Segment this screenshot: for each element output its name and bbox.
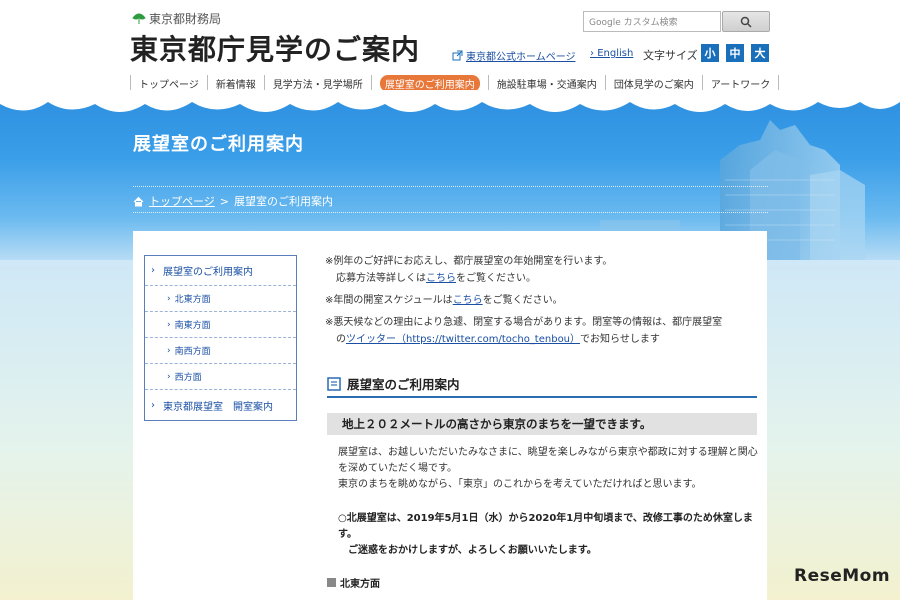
sidenav-item-southwest[interactable]: › 南西方面 <box>145 338 296 364</box>
nav-parking-access-label: 施設駐車場・交通案内 <box>496 79 597 91</box>
site-header: 東京都財務局 東京都庁見学のご案内 Google カスタム検索 東京都公式ホーム… <box>0 0 900 100</box>
official-homepage-text: 東京都公式ホームページ <box>466 52 576 63</box>
content-panel: › 展望室のご利用案内 › 北東方面 › 南東方面 › 南西方面 › 西方面 › 東京都展望… <box>133 231 767 600</box>
nav-observatory[interactable]: 展望室のご利用案内 <box>370 74 488 92</box>
font-size-label: 文字サイズ <box>643 49 698 62</box>
nav-artwork[interactable]: アートワーク <box>701 75 780 91</box>
twitter-link[interactable]: ツイッター（https://twitter.com/tocho_tenbou） <box>346 334 580 345</box>
font-size-small-button[interactable]: 小 <box>701 44 719 62</box>
chevron-right-icon: › <box>167 293 171 304</box>
font-size-medium-button[interactable]: 中 <box>726 44 744 62</box>
notice-text: の <box>336 334 346 345</box>
sidenav-item-label: 南西方面 <box>174 347 211 357</box>
breadcrumb-home-link[interactable]: トップページ <box>149 193 215 209</box>
nav-parking-access[interactable]: 施設駐車場・交通案内 <box>487 75 605 91</box>
breadcrumb-divider-bottom <box>133 212 768 213</box>
chevron-right-icon: › <box>167 371 171 382</box>
notice-new-year: ※例年のご好評にお応えし、都庁展望室の年始開室を行います。 応募方法等詳しくはこ… <box>325 253 755 287</box>
sidenav-item-label: 東京都展望室 開室案内 <box>163 401 273 413</box>
closure-notice-text: ○北展望室は、2019年5月1日（水）から2020年1月中旬頃まで、改修工事のた… <box>338 513 753 540</box>
english-link[interactable]: › English <box>590 48 633 59</box>
nav-top[interactable]: トップページ <box>130 75 207 91</box>
nav-news-label: 新着情報 <box>215 79 256 91</box>
nav-artwork-label: アートワーク <box>710 79 771 91</box>
closure-notice: ○北展望室は、2019年5月1日（水）から2020年1月中旬頃まで、改修工事のた… <box>338 511 758 559</box>
notice-schedule: ※年間の開室スケジュールはこちらをご覧ください。 <box>325 292 755 309</box>
sidenav-item-label: 北東方面 <box>174 295 211 305</box>
notice-text: ※悪天候などの理由により急遽、閉室する場合があります。閉室等の情報は、都庁展望室 <box>325 317 723 328</box>
nav-group-visit-label: 団体見学のご案内 <box>613 79 694 91</box>
notice-text: をご覧ください。 <box>482 295 563 306</box>
sidenav-item-southeast[interactable]: › 南東方面 <box>145 312 296 338</box>
search-icon <box>740 16 752 28</box>
sidenav-item-west[interactable]: › 西方面 <box>145 364 296 390</box>
home-icon <box>133 196 144 206</box>
square-bullet-icon <box>327 578 336 587</box>
nav-visit-method-label: 見学方法・見学場所 <box>272 79 363 91</box>
section-body: 展望室は、お越しいただいたみなさまに、眺望を楽しみながら東京や都政に対する理解と… <box>338 445 758 493</box>
resemom-watermark: ReseMom <box>794 566 891 586</box>
notice-text: ※例年のご好評にお応えし、都庁展望室の年始開室を行います。 <box>325 256 613 267</box>
sub-heading-text: 北東方面 <box>340 579 380 590</box>
page-title: 展望室のご利用案内 <box>133 134 304 155</box>
notice-text: ※年間の開室スケジュールは <box>325 295 453 306</box>
breadcrumb: トップページ > 展望室のご利用案内 <box>133 193 333 209</box>
sidenav-item-label: 展望室のご利用案内 <box>163 267 253 278</box>
breadcrumb-current: 展望室のご利用案内 <box>234 195 333 208</box>
nav-top-label: トップページ <box>139 79 199 91</box>
sidenav-item-label: 南東方面 <box>174 321 211 331</box>
sidenav-item-label: 西方面 <box>174 373 202 383</box>
notice-text: でお知らせします <box>580 334 660 345</box>
chevron-right-icon: › <box>167 345 171 356</box>
lead-bar: 地上２０２メートルの高さから東京のまちを一望できます。 <box>327 413 757 435</box>
official-homepage-link[interactable]: 東京都公式ホームページ <box>452 48 576 63</box>
body-paragraph: 展望室は、お越しいただいたみなさまに、眺望を楽しみながら東京や都政に対する理解と… <box>338 447 758 474</box>
notice-closure: ※悪天候などの理由により急遽、閉室する場合があります。閉室等の情報は、都庁展望室… <box>325 314 755 348</box>
bureau-label[interactable]: 東京都財務局 <box>132 10 221 27</box>
breadcrumb-separator: > <box>219 194 229 208</box>
schedule-link[interactable]: こちら <box>453 295 483 306</box>
section-heading-text: 展望室のご利用案内 <box>347 377 460 392</box>
notice-text: をご覧ください。 <box>456 273 536 284</box>
font-size-large-button[interactable]: 大 <box>751 44 769 62</box>
sidenav-item-observatory[interactable]: › 展望室のご利用案内 <box>145 256 296 286</box>
chevron-right-icon: › <box>151 399 155 411</box>
ginkgo-leaf-icon <box>132 13 146 24</box>
chevron-right-icon: › <box>151 265 155 276</box>
details-link[interactable]: こちら <box>426 273 456 284</box>
section-heading: 展望室のご利用案内 <box>327 371 757 398</box>
search-button[interactable] <box>722 11 770 32</box>
breadcrumb-divider-top <box>133 186 768 187</box>
site-title[interactable]: 東京都庁見学のご案内 <box>130 28 420 68</box>
sidenav-item-northeast[interactable]: › 北東方面 <box>145 286 296 312</box>
closure-notice-apology: ご迷惑をおかけしますが、よろしくお願いいたします。 <box>348 545 597 556</box>
chevron-right-icon: › <box>167 319 171 330</box>
nav-visit-method[interactable]: 見学方法・見学場所 <box>263 75 371 91</box>
notice-list: ※例年のご好評にお応えし、都庁展望室の年始開室を行います。 応募方法等詳しくはこ… <box>325 253 755 353</box>
bureau-text: 東京都財務局 <box>149 12 222 26</box>
english-text: English <box>597 48 634 59</box>
external-link-icon <box>452 50 463 61</box>
notice-text: 応募方法等詳しくは <box>336 273 426 284</box>
side-nav: › 展望室のご利用案内 › 北東方面 › 南東方面 › 南西方面 › 西方面 › 東京都展望… <box>144 255 297 421</box>
body-paragraph: 東京のまちを眺めながら、「東京」のこれからを考えていただければと思います。 <box>338 479 702 490</box>
nav-observatory-label: 展望室のご利用案内 <box>379 74 480 92</box>
nav-news[interactable]: 新着情報 <box>206 75 264 91</box>
document-icon <box>327 376 341 391</box>
sidenav-item-opening-info[interactable]: › 東京都展望室 開室案内 <box>145 390 296 420</box>
nav-group-visit[interactable]: 団体見学のご案内 <box>604 75 702 91</box>
sub-heading: 北東方面 <box>327 575 380 590</box>
search-input[interactable]: Google カスタム検索 <box>583 11 721 32</box>
